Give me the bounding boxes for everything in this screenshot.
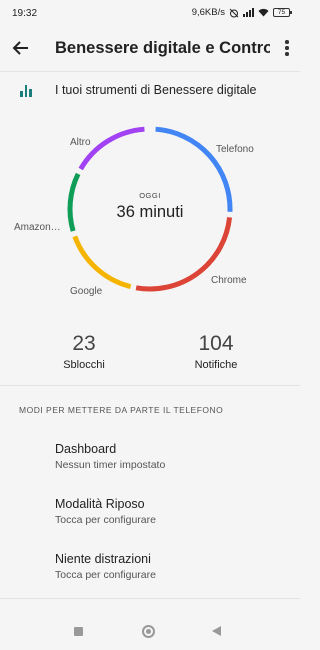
segment-label-altro[interactable]: Altro bbox=[70, 137, 91, 148]
circle-home-icon[interactable] bbox=[142, 625, 155, 638]
segment-google[interactable] bbox=[72, 235, 132, 290]
notifications-stat[interactable]: 104 Notifiche bbox=[166, 332, 266, 371]
donut-total: 36 minuti bbox=[116, 203, 184, 221]
divider bbox=[0, 598, 300, 599]
tools-row[interactable]: I tuoi strumenti di Benessere digitale bbox=[0, 78, 300, 104]
setting-bedtime-mode[interactable]: Modalità Riposo Tocca per configurare bbox=[55, 497, 285, 526]
setting-subtitle: Nessun timer impostato bbox=[55, 459, 166, 471]
divider bbox=[0, 385, 300, 386]
unlocks-label: Sblocchi bbox=[63, 359, 105, 371]
status-time: 19:32 bbox=[12, 8, 38, 19]
network-speed: 9,6KB/s bbox=[191, 7, 225, 18]
setting-title: Modalità Riposo bbox=[55, 497, 145, 511]
unlocks-stat[interactable]: 23 Sblocchi bbox=[34, 332, 134, 371]
status-icons: 9,6KB/s 75 bbox=[191, 7, 292, 18]
donut-caption: OGGI bbox=[139, 191, 161, 200]
signal-icon bbox=[243, 8, 254, 17]
segment-amazon[interactable] bbox=[67, 172, 81, 232]
setting-title: Niente distrazioni bbox=[55, 552, 151, 566]
triangle-back-icon[interactable] bbox=[212, 626, 221, 636]
usage-donut[interactable]: Telefono Chrome Google Amazon… Altro OGG… bbox=[0, 115, 300, 315]
square-recents-icon[interactable] bbox=[74, 627, 83, 636]
battery-icon: 75 bbox=[273, 8, 292, 17]
alarm-off-icon bbox=[229, 8, 239, 17]
segment-label-chrome[interactable]: Chrome bbox=[211, 275, 247, 286]
system-nav-bar bbox=[0, 615, 300, 650]
bar-chart-icon bbox=[20, 85, 34, 97]
segment-label-google[interactable]: Google bbox=[70, 286, 102, 297]
setting-focus-mode[interactable]: Niente distrazioni Tocca per configurare bbox=[55, 552, 285, 581]
more-vert-icon[interactable] bbox=[284, 40, 290, 58]
unlocks-value: 23 bbox=[72, 332, 96, 355]
segment-label-amazon[interactable]: Amazon… bbox=[14, 222, 61, 233]
notifications-value: 104 bbox=[198, 332, 234, 355]
setting-subtitle: Tocca per configurare bbox=[55, 569, 156, 581]
segment-altro[interactable] bbox=[78, 126, 145, 171]
setting-subtitle: Tocca per configurare bbox=[55, 514, 156, 526]
status-bar: 19:32 9,6KB/s 75 bbox=[0, 0, 300, 26]
segment-label-telefono[interactable]: Telefono bbox=[216, 144, 254, 155]
tools-label: I tuoi strumenti di Benessere digitale bbox=[55, 83, 257, 97]
back-arrow-icon[interactable] bbox=[10, 37, 32, 59]
notifications-label: Notifiche bbox=[194, 359, 238, 371]
setting-title: Dashboard bbox=[55, 442, 117, 456]
app-bar: Benessere digitale e Controll… bbox=[0, 26, 300, 72]
section-header: MODI PER METTERE DA PARTE IL TELEFONO bbox=[19, 405, 224, 415]
setting-dashboard[interactable]: Dashboard Nessun timer impostato bbox=[55, 442, 285, 471]
page-title: Benessere digitale e Controll… bbox=[55, 39, 270, 57]
wifi-icon bbox=[258, 8, 269, 17]
